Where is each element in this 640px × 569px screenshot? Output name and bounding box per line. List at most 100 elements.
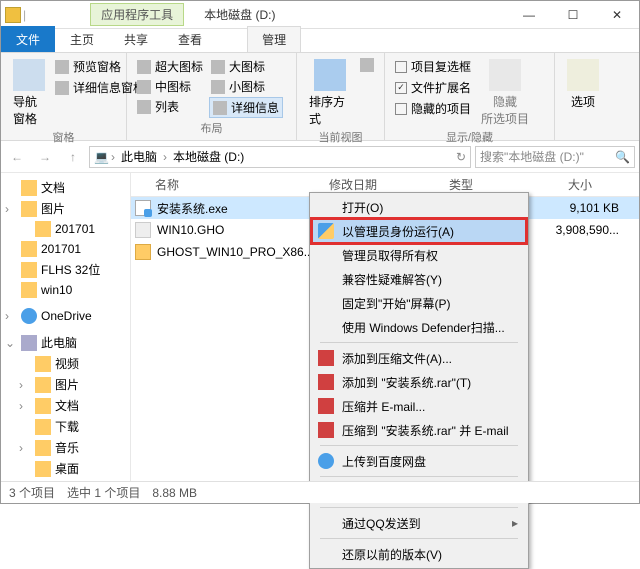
hide-label: 隐藏 所选项目 [481,93,529,127]
folder-icon [35,419,51,435]
hide-selected-button[interactable]: 隐藏 所选项目 [477,57,533,129]
address-bar[interactable]: 💻 › 此电脑 › 本地磁盘 (D:) ↻ [89,146,471,168]
options-label: 选项 [571,93,595,110]
folder-icon [21,282,37,298]
status-bar: 3 个项目 选中 1 个项目 8.88 MB [1,481,639,503]
xl-icon [137,60,151,74]
checkbox-icon [395,61,407,73]
forward-button[interactable]: → [33,145,57,169]
l-icon [211,60,225,74]
preview-icon [55,60,69,74]
search-box[interactable]: 搜索"本地磁盘 (D:)" 🔍 [475,146,635,168]
file-name: GHOST_WIN10_PRO_X86... [157,245,327,259]
nav-201701[interactable]: 201701 [1,219,130,239]
m-icon [137,80,151,94]
minimize-button[interactable]: — [507,1,551,29]
folder-icon [35,440,51,456]
folder-icon [21,241,37,257]
tab-share[interactable]: 共享 [109,26,163,52]
cloud-icon [318,453,334,469]
ctx-rar-email[interactable]: 压缩到 "安装系统.rar" 并 E-mail [312,418,526,442]
sort-button[interactable]: 排序方式 [305,57,354,129]
back-button[interactable]: ← [5,145,29,169]
folder-icon [21,201,37,217]
qat: | [1,7,30,23]
up-button[interactable]: ↑ [61,145,85,169]
col-size[interactable]: 大小 [521,176,601,193]
nav-onedrive[interactable]: ›OneDrive [1,306,130,326]
options-button[interactable]: 选项 [563,57,603,112]
col-date[interactable]: 修改日期 [321,176,441,193]
refresh-icon[interactable]: ↻ [456,150,466,164]
ctx-email[interactable]: 压缩并 E-mail... [312,394,526,418]
tab-file[interactable]: 文件 [1,26,55,52]
cols-icon [360,58,374,72]
xl-icons-button[interactable]: 超大图标 [135,57,205,76]
item-checkboxes[interactable]: 项目复选框 [393,57,473,76]
nav-docs2[interactable]: ›文档 [1,395,130,416]
nav-pics2[interactable]: ›图片 [1,374,130,395]
ctx-baidu[interactable]: 上传到百度网盘 [312,449,526,473]
nav-music[interactable]: ›音乐 [1,437,130,458]
context-menu: 打开(O) 以管理员身份运行(A) 管理员取得所有权 兼容性疑难解答(Y) 固定… [309,192,529,569]
ctx-add-archive[interactable]: 添加到压缩文件(A)... [312,346,526,370]
ctx-open[interactable]: 打开(O) [312,195,526,219]
nav-pics[interactable]: ›图片 [1,198,130,219]
chevron-icon: › [163,150,167,164]
hide-icon [489,59,521,91]
add-cols-button[interactable] [358,57,376,73]
m-icons-button[interactable]: 中图标 [135,77,205,96]
nav-desktop[interactable]: 桌面 [1,458,130,479]
file-ext-check[interactable]: ✓文件扩展名 [393,78,473,97]
tab-home[interactable]: 主页 [55,26,109,52]
ctx-add-rar[interactable]: 添加到 "安装系统.rar"(T) [312,370,526,394]
nav-video[interactable]: 视频 [1,353,130,374]
tab-manage[interactable]: 管理 [247,26,301,52]
file-name: 安装系统.exe [157,200,327,217]
col-name[interactable]: 名称 [131,176,321,193]
pc-icon: 💻 [94,150,109,164]
tab-view[interactable]: 查看 [163,26,217,52]
l-icons-button[interactable]: 大图标 [209,57,283,76]
ctx-restore[interactable]: 还原以前的版本(V) [312,542,526,566]
separator [320,342,518,343]
folder-icon [35,398,51,414]
onedrive-icon [21,308,37,324]
group-show-label: 显示/隐藏 [393,129,546,145]
separator [320,507,518,508]
shield-icon [318,223,334,239]
hidden-items-check[interactable]: 隐藏的项目 [393,99,473,118]
folder-icon [5,7,21,23]
nav-flhs[interactable]: FLHS 32位 [1,259,130,280]
separator [320,538,518,539]
nav-docs[interactable]: 文档 [1,177,130,198]
details-view-button[interactable]: 详细信息 [209,97,283,118]
ctx-compat[interactable]: 兼容性疑难解答(Y) [312,267,526,291]
rar-icon [318,398,334,414]
close-button[interactable]: ✕ [595,1,639,29]
ctx-admin-ownership[interactable]: 管理员取得所有权 [312,243,526,267]
search-icon: 🔍 [615,150,630,164]
nav-win10[interactable]: win10 [1,280,130,300]
s-icons-button[interactable]: 小图标 [209,77,283,96]
crumb-this-pc[interactable]: 此电脑 [117,148,161,165]
ctx-defender[interactable]: 使用 Windows Defender扫描... [312,315,526,339]
list-button[interactable]: 列表 [135,97,205,116]
nav-201701b[interactable]: 201701 [1,239,130,259]
nav-downloads[interactable]: 下载 [1,416,130,437]
nav-pane-button[interactable]: 导航窗格 [9,57,49,129]
ctx-run-as-admin[interactable]: 以管理员身份运行(A) [312,219,526,243]
options-icon [567,59,599,91]
nav-tree[interactable]: 文档 ›图片 201701 201701 FLHS 32位 win10 ›One… [1,173,131,485]
ctx-qq[interactable]: 通过QQ发送到▸ [312,511,526,535]
nav-this-pc[interactable]: ⌄此电脑 [1,332,130,353]
maximize-button[interactable]: ☐ [551,1,595,29]
rar-icon [318,374,334,390]
col-type[interactable]: 类型 [441,176,521,193]
context-tab-label: 应用程序工具 [90,3,184,26]
ctx-pin-start[interactable]: 固定到"开始"屏幕(P) [312,291,526,315]
file-name: WIN10.GHO [157,223,327,237]
crumb-drive[interactable]: 本地磁盘 (D:) [169,148,248,165]
folder-icon [21,262,37,278]
status-selected: 选中 1 个项目 [67,484,140,501]
